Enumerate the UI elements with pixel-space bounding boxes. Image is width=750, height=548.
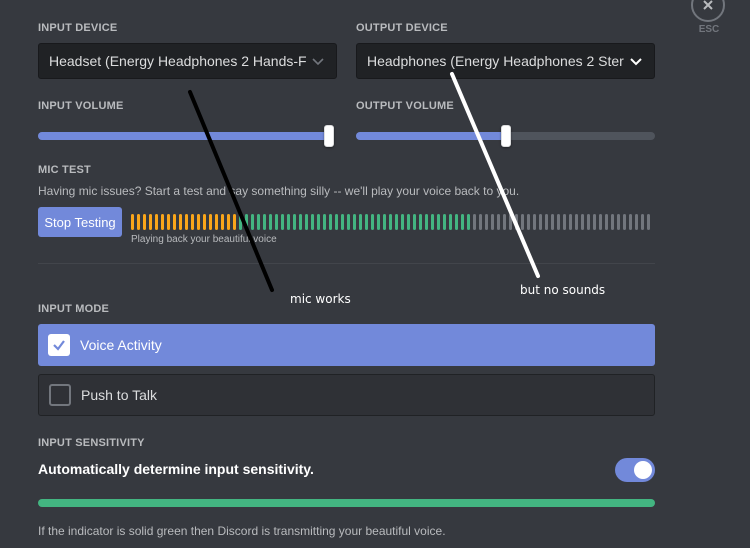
auto-sensitivity-label: Automatically determine input sensitivit… [38, 461, 314, 477]
annotation-line-mic [188, 90, 274, 292]
push-to-talk-checkbox [49, 384, 71, 406]
input-mode-voice-activity[interactable]: Voice Activity [38, 324, 655, 366]
annotation-line-output [450, 72, 540, 278]
annotation-mic-works: mic works [290, 292, 351, 306]
toggle-knob [634, 461, 652, 479]
push-to-talk-label: Push to Talk [81, 387, 158, 403]
input-mode-push-to-talk[interactable]: Push to Talk [38, 374, 655, 416]
voice-activity-checkbox [48, 334, 70, 356]
voice-activity-label: Voice Activity [80, 337, 162, 353]
sensitivity-footer-note: If the indicator is solid green then Dis… [38, 524, 446, 538]
check-icon [53, 340, 65, 351]
auto-sensitivity-toggle[interactable] [615, 458, 655, 482]
input-mode-label: INPUT MODE [38, 303, 110, 315]
input-sensitivity-label: INPUT SENSITIVITY [38, 437, 145, 449]
annotation-no-sounds: but no sounds [520, 283, 606, 297]
sensitivity-indicator-bar [38, 499, 655, 507]
